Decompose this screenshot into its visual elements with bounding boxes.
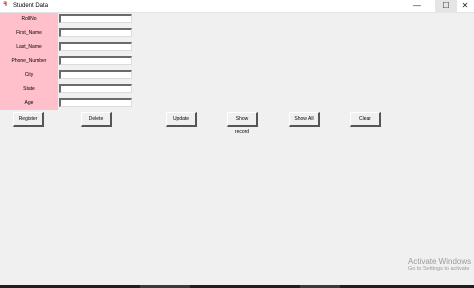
close-icon[interactable]: ✕ [454, 0, 474, 12]
age-label: Age [24, 100, 34, 106]
state-label: State [23, 86, 35, 92]
phone-number-input[interactable] [59, 56, 132, 65]
activate-windows-subtitle: Go to Settings to activate [408, 266, 470, 272]
window-title: Student Data [13, 3, 49, 9]
title-bar: ꟻ Student Data — ☐ ✕ [0, 0, 474, 13]
last-name-label: Last_Name [16, 44, 42, 50]
phone-number-label: Phone_Number [11, 58, 47, 64]
last-name-input[interactable] [59, 42, 132, 51]
show-record-button[interactable]: Show record [227, 112, 258, 135]
show-all-button[interactable]: Show All [289, 112, 320, 127]
clear-button[interactable]: Clear [350, 112, 381, 127]
city-input[interactable] [59, 70, 132, 79]
city-label: City [24, 72, 34, 78]
rollno-label: RollNo [21, 16, 37, 22]
feather-icon: ꟻ [3, 2, 8, 8]
first-name-label: First_Name [16, 30, 42, 36]
minimize-icon[interactable]: — [406, 0, 428, 12]
state-input[interactable] [59, 84, 132, 93]
update-button[interactable]: Update [166, 112, 197, 127]
activate-windows-watermark: Activate Windows [408, 257, 472, 266]
age-input[interactable] [59, 98, 132, 107]
register-button[interactable]: Register [13, 112, 44, 127]
rollno-input[interactable] [59, 14, 132, 23]
delete-button[interactable]: Delete [81, 112, 112, 127]
first-name-input[interactable] [59, 28, 132, 37]
